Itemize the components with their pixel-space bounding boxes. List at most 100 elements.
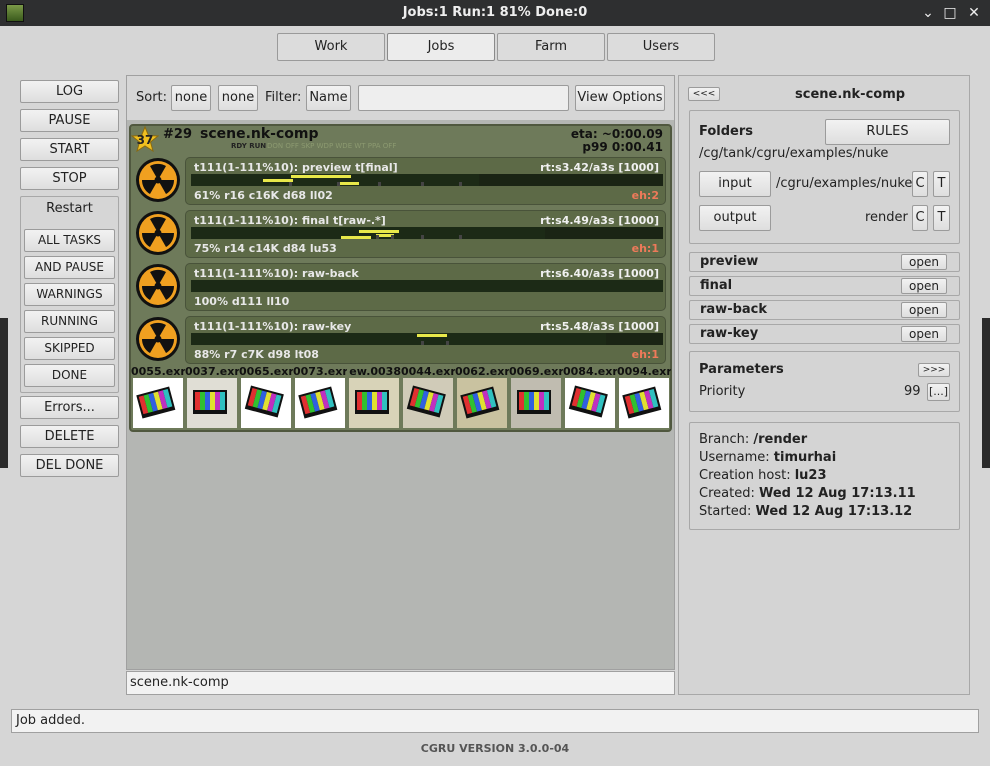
del-done-button[interactable]: DEL DONE [20,454,119,477]
filter-label: Filter: [265,90,302,105]
input-terminal-button[interactable]: T [933,171,950,197]
nuke-icon [136,317,180,361]
task-progress-tick [459,182,462,186]
thumbnail-image[interactable] [457,378,507,428]
restart-skipped-button[interactable]: SKIPPED [24,337,115,360]
restart-all-tasks-button[interactable]: ALL TASKS [24,229,115,252]
input-copy-button[interactable]: C [912,171,928,197]
task-progress-segment [359,230,399,233]
right-edge-handle[interactable] [982,318,990,468]
restart-and-pause-button[interactable]: AND PAUSE [24,256,115,279]
pause-button[interactable]: PAUSE [20,109,119,132]
task-runtime: rt:s5.48/a3s [1000] [540,320,659,333]
errors-button[interactable]: Errors... [20,396,119,419]
close-icon[interactable]: ✕ [964,3,984,23]
thumbnail-image[interactable] [511,378,561,428]
job-star-number: 37 [136,133,154,147]
thumbnail-label: 0094.exr [617,365,671,378]
restart-running-button[interactable]: RUNNING [24,310,115,333]
task-name: t111(1-111%10): raw-back [194,267,359,280]
task-progress-tick [459,235,462,239]
branch-row: Branch: /render [699,432,808,447]
task-info: 88% r7 c7K d98 lt08 [194,348,319,361]
priority-label: Priority [699,384,746,399]
task-progress-tick [376,235,379,239]
task-name: t111(1-111%10): final t[raw-.*] [194,214,386,227]
start-button[interactable]: START [20,138,119,161]
restart-done-button[interactable]: DONE [24,364,115,387]
view-options-button[interactable]: View Options [575,85,665,111]
thumbnail-label: 0073.exr [293,365,347,378]
job-priority: p99 0:00.41 [582,140,663,154]
started-row: Started: Wed 12 Aug 17:13.12 [699,504,913,519]
task-progress-tick [378,182,381,186]
task-progress-bar [191,333,663,345]
tab-users[interactable]: Users [607,33,715,61]
tab-jobs[interactable]: Jobs [387,33,495,61]
job-eta: eta: ~0:00.09 [570,127,663,141]
restart-warnings-button[interactable]: WARNINGS [24,283,115,306]
priority-edit-button[interactable]: [...] [927,383,950,401]
task-errors: eh:1 [631,348,659,361]
left-edge-handle[interactable] [0,318,8,468]
filter-by-button[interactable]: Name [306,85,351,111]
block-open-button[interactable]: open [901,302,947,318]
tab-work[interactable]: Work [277,33,385,61]
maximize-icon[interactable]: □ [940,3,960,23]
thumbnail-label: ew.0038 [349,365,401,378]
created-row: Created: Wed 12 Aug 17:13.11 [699,486,916,501]
parameters-expand-button[interactable]: >>> [918,363,950,377]
output-terminal-button[interactable]: T [933,205,950,231]
thumbnail-label: 0037.exr [185,365,239,378]
task-errors: eh:1 [631,242,659,255]
output-folder-button[interactable]: output [699,205,771,231]
task-progress-tick [337,182,340,186]
log-button[interactable]: LOG [20,80,119,103]
minimize-icon[interactable]: ⌄ [918,3,938,23]
task-runtime: rt:s6.40/a3s [1000] [540,267,659,280]
block-open-button[interactable]: open [901,278,947,294]
task-name: t111(1-111%10): preview t[final] [194,161,398,174]
nuke-icon [136,211,180,255]
task-block-row[interactable]: t111(1-111%10): raw-key rt:s5.48/a3s [10… [185,316,666,364]
task-progress-tick [289,182,292,186]
thumbnail-image[interactable] [619,378,669,428]
task-progress-segment [417,334,447,337]
task-runtime: rt:s4.49/a3s [1000] [540,214,659,227]
output-copy-button[interactable]: C [912,205,928,231]
folder-path: /cg/tank/cgru/examples/nuke [699,146,889,161]
tab-farm[interactable]: Farm [497,33,605,61]
nuke-icon [136,158,180,202]
thumbnail-label: 0062.exr [455,365,509,378]
title-bar: Jobs:1 Run:1 81% Done:0 ⌄ □ ✕ [0,0,990,26]
task-block-row[interactable]: t111(1-111%10): raw-back rt:s6.40/a3s [1… [185,263,666,311]
task-block-row[interactable]: t111(1-111%10): final t[raw-.*] rt:s4.49… [185,210,666,258]
window-title: Jobs:1 Run:1 81% Done:0 [402,5,588,20]
creation-host-row: Creation host: lu23 [699,468,827,483]
task-progress-segment [291,175,351,178]
thumbnail-image[interactable] [403,378,453,428]
thumbnail-image[interactable] [187,378,237,428]
block-open-button[interactable]: open [901,326,947,342]
delete-button[interactable]: DELETE [20,425,119,448]
input-folder-button[interactable]: input [699,171,771,197]
thumbnail-label: 0065.exr [239,365,293,378]
thumbnail-image[interactable] [133,378,183,428]
thumbnail-image[interactable] [241,378,291,428]
task-progress-fill [191,280,663,292]
thumbnail-image[interactable] [565,378,615,428]
task-progress-bar [191,227,663,239]
filter-input[interactable] [358,85,569,111]
stop-button[interactable]: STOP [20,167,119,190]
thumbnail-image[interactable] [295,378,345,428]
task-progress-tick [421,341,424,345]
block-open-button[interactable]: open [901,254,947,270]
task-progress-bar [191,174,663,186]
task-block-row[interactable]: t111(1-111%10): preview t[final] rt:s3.4… [185,157,666,205]
sort-secondary-button[interactable]: none [218,85,258,111]
rules-button[interactable]: RULES [825,119,950,145]
job-name: scene.nk-comp [200,126,319,142]
collapse-panel-button[interactable]: <<< [688,87,720,101]
thumbnail-image[interactable] [349,378,399,428]
sort-primary-button[interactable]: none [171,85,211,111]
